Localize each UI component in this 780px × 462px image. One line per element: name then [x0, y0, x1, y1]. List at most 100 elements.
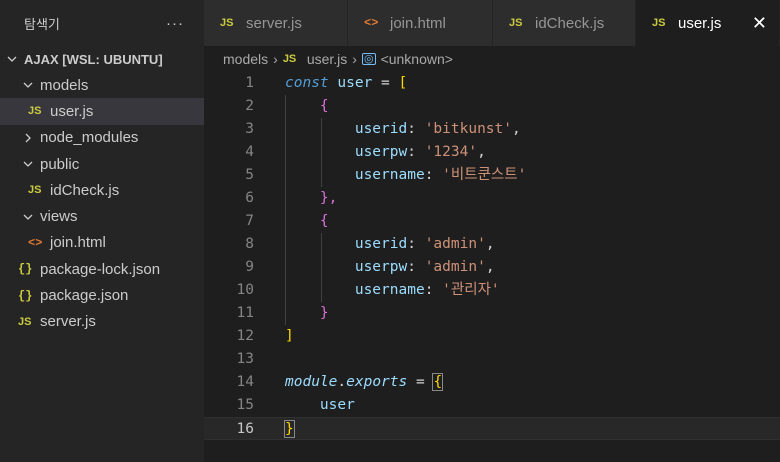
- tab-label: idCheck.js: [535, 14, 605, 32]
- property-token: userpw: [354, 144, 408, 160]
- symbol-variable-icon: ◎: [361, 53, 376, 65]
- bracket-token: {: [319, 213, 329, 229]
- tree-item-label: public: [40, 155, 80, 173]
- js-file-icon: JS: [18, 315, 32, 328]
- more-actions-icon[interactable]: ···: [166, 15, 184, 32]
- tree-item-label: user.js: [50, 102, 94, 120]
- line-number: 13: [236, 351, 254, 367]
- bracket-token: {: [319, 98, 329, 114]
- property-token: userid: [354, 236, 408, 252]
- js-file-icon: JS: [28, 105, 42, 118]
- bracket-token: ]: [285, 328, 294, 344]
- string-token: '1234': [424, 144, 478, 160]
- code-line: 12]: [204, 325, 780, 348]
- line-number: 12: [236, 328, 254, 344]
- tree-item-label: views: [40, 208, 78, 226]
- code-line: 4 userpw: '1234',: [204, 141, 780, 164]
- code-line: 7 {: [204, 210, 780, 233]
- tab-idcheck-js[interactable]: JS idCheck.js: [493, 0, 636, 46]
- identifier-token: module: [285, 374, 338, 390]
- tree-folder-models[interactable]: models: [0, 72, 204, 98]
- js-file-icon: JS: [282, 53, 297, 65]
- chevron-down-icon: [4, 54, 20, 64]
- html-file-icon: <>: [28, 235, 43, 250]
- code-line: 5 username: '비트쿤스트': [204, 164, 780, 187]
- chevron-right-icon: ›: [273, 51, 278, 67]
- tab-label: user.js: [678, 14, 722, 32]
- code-line: 14 module.exports = {: [204, 371, 780, 394]
- line-number: 2: [245, 98, 254, 114]
- bracket-token: },: [319, 190, 338, 206]
- code-line: 3 userid: 'bitkunst',: [204, 118, 780, 141]
- tree-file-idcheck-js[interactable]: JS idCheck.js: [0, 177, 204, 203]
- code-line: 1 const user = [: [204, 72, 780, 95]
- tree-item-label: join.html: [50, 234, 106, 252]
- property-token: userid: [354, 121, 408, 137]
- tree-file-package-lock-json[interactable]: {} package-lock.json: [0, 256, 204, 282]
- code-line: 2 {: [204, 95, 780, 118]
- code-line: 15 user: [204, 394, 780, 417]
- close-icon[interactable]: ✕: [752, 13, 767, 34]
- html-file-icon: <>: [364, 16, 379, 30]
- breadcrumb-symbol[interactable]: <unknown>: [381, 51, 453, 67]
- identifier-token: user: [319, 397, 355, 413]
- bracket-token: }: [319, 305, 329, 321]
- explorer-title: 탐색기: [24, 16, 60, 32]
- tree-item-label: models: [40, 76, 89, 94]
- string-token: '관리자': [442, 282, 500, 298]
- tree-item-label: package-lock.json: [40, 260, 161, 278]
- code-line: 6 },: [204, 187, 780, 210]
- line-number: 7: [245, 213, 254, 229]
- tree-folder-node-modules[interactable]: node_modules: [0, 125, 204, 151]
- chevron-right-icon: ›: [352, 51, 357, 67]
- line-number: 4: [245, 144, 254, 160]
- line-number: 16: [236, 421, 254, 437]
- property-token: username: [354, 167, 425, 183]
- tab-label: join.html: [390, 14, 446, 32]
- explorer-header: 탐색기 ···: [0, 0, 204, 46]
- tab-user-js[interactable]: JS user.js ✕: [636, 0, 780, 46]
- tree-file-server-js[interactable]: JS server.js: [0, 309, 204, 335]
- chevron-down-icon: [20, 159, 36, 169]
- file-tree: models JS user.js node_modules public JS…: [0, 72, 204, 335]
- chevron-right-icon: [20, 133, 36, 143]
- breadcrumb-folder[interactable]: models: [223, 51, 268, 67]
- code-line: 10 username: '관리자': [204, 279, 780, 302]
- operator-token: =: [381, 75, 390, 91]
- line-number: 9: [245, 259, 254, 275]
- tree-folder-views[interactable]: views: [0, 203, 204, 229]
- json-file-icon: {}: [18, 288, 33, 303]
- tree-folder-public[interactable]: public: [0, 151, 204, 177]
- bracket-token: [: [398, 75, 408, 91]
- line-number: 14: [236, 374, 254, 390]
- tab-server-js[interactable]: JS server.js: [204, 0, 348, 46]
- code-editor[interactable]: 1 const user = [ 2 { 3 userid: 'bitkunst'…: [204, 72, 780, 462]
- tree-file-package-json[interactable]: {} package.json: [0, 282, 204, 308]
- code-line: 9 userpw: 'admin',: [204, 256, 780, 279]
- js-file-icon: JS: [220, 17, 234, 29]
- string-token: 'admin': [424, 259, 486, 275]
- js-file-icon: JS: [652, 17, 666, 29]
- string-token: 'admin': [424, 236, 486, 252]
- tree-file-join-html[interactable]: <> join.html: [0, 230, 204, 256]
- tree-file-user-js[interactable]: JS user.js: [0, 98, 204, 125]
- breadcrumb-file[interactable]: user.js: [307, 51, 347, 67]
- tab-join-html[interactable]: <> join.html: [348, 0, 493, 46]
- line-number: 8: [245, 236, 254, 252]
- code-line-current: 16}: [204, 417, 780, 440]
- identifier-token: user: [337, 75, 373, 91]
- bracket-token: {: [432, 373, 444, 391]
- string-token: '비트쿤스트': [442, 167, 527, 183]
- editor-tabs: JS server.js <> join.html JS idCheck.js …: [204, 0, 780, 46]
- keyword-token: const: [285, 75, 329, 91]
- tree-item-label: node_modules: [40, 129, 139, 147]
- property-token: username: [354, 282, 425, 298]
- tab-label: server.js: [246, 14, 302, 32]
- line-number: 3: [245, 121, 254, 137]
- workspace-section-header[interactable]: AJAX [WSL: UBUNTU]: [0, 46, 204, 72]
- line-number: 1: [245, 75, 254, 91]
- identifier-token: exports: [346, 374, 408, 390]
- line-number: 10: [236, 282, 254, 298]
- line-number: 5: [245, 167, 254, 183]
- json-file-icon: {}: [18, 262, 33, 277]
